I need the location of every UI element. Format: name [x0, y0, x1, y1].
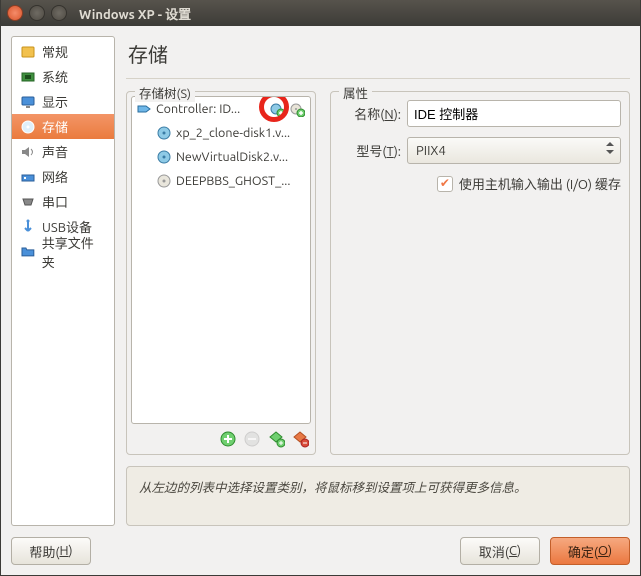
sidebar-item-label: 网络 — [42, 167, 68, 186]
titlebar: Windows XP - 设置 — [1, 0, 640, 26]
chevron-updown-icon — [606, 142, 614, 154]
sidebar-item-system[interactable]: 系统 — [12, 64, 114, 89]
maximize-icon[interactable] — [51, 5, 67, 21]
settings-window: Windows XP - 设置 常规 系统 — [0, 0, 641, 576]
sidebar-item-storage[interactable]: 存储 — [12, 114, 114, 139]
window-title: Windows XP - 设置 — [79, 4, 191, 23]
sidebar-item-audio[interactable]: 声音 — [12, 139, 114, 164]
audio-icon — [20, 144, 36, 160]
sidebar-item-label: 共享文件夹 — [42, 233, 106, 271]
attributes-group: 属性 名称(N): 型号(T): PIIX4 — [330, 91, 630, 455]
sidebar-item-label: 显示 — [42, 92, 68, 111]
system-icon — [20, 69, 36, 85]
storage-item-label: DEEPBBS_GHOST_... — [176, 174, 290, 188]
type-label: 型号(T): — [339, 141, 401, 160]
remove-controller-icon — [243, 430, 261, 448]
dialog-buttons: 帮助(H) 取消(C) 确定(O) — [11, 537, 630, 565]
display-icon — [20, 94, 36, 110]
page-title: 存储 — [126, 36, 630, 79]
disk-icon — [156, 125, 172, 141]
storage-tree[interactable]: Controller: ID... — [131, 96, 311, 424]
serial-icon — [20, 194, 36, 210]
network-icon — [20, 169, 36, 185]
storage-tree-group: 存储树(S) Controller: ID... — [126, 91, 316, 455]
storage-item[interactable]: NewVirtualDisk2.v... — [132, 145, 310, 169]
sidebar: 常规 系统 显示 存储 — [11, 36, 115, 526]
cd-icon — [156, 173, 172, 189]
controller-type-value: PIIX4 — [416, 144, 446, 158]
tree-toolbar — [131, 424, 311, 450]
cancel-button[interactable]: 取消(C) — [460, 537, 540, 565]
folder-icon — [20, 244, 36, 260]
help-button[interactable]: 帮助(H) — [11, 537, 91, 565]
io-cache-checkbox[interactable] — [437, 176, 453, 192]
general-icon — [20, 44, 36, 60]
controller-type-select[interactable]: PIIX4 — [407, 137, 621, 164]
sidebar-item-label: 串口 — [42, 192, 68, 211]
add-disk-icon[interactable] — [268, 100, 286, 118]
add-attachment-icon[interactable] — [267, 430, 285, 448]
page-storage: 存储 存储树(S) Controller: ID... — [126, 36, 630, 526]
controller-name-input[interactable] — [407, 100, 621, 127]
hint-box: 从左边的列表中选择设置类别，将鼠标移到设置项上可获得更多信息。 — [126, 466, 630, 526]
storage-tree-legend: 存储树(S) — [135, 83, 195, 102]
controller-label: Controller: ID... — [156, 102, 240, 116]
storage-item-label: xp_2_clone-disk1.v... — [176, 126, 290, 140]
disk-icon — [156, 149, 172, 165]
ok-button[interactable]: 确定(O) — [550, 537, 630, 565]
sidebar-item-label: 常规 — [42, 42, 68, 61]
sidebar-item-serial[interactable]: 串口 — [12, 189, 114, 214]
attributes-legend: 属性 — [339, 83, 372, 102]
minimize-icon[interactable] — [29, 5, 45, 21]
storage-icon — [20, 119, 36, 135]
ide-controller-icon — [136, 101, 152, 117]
io-cache-label: 使用主机输入输出 (I/O) 缓存 — [459, 174, 621, 193]
usb-icon — [20, 219, 36, 235]
close-icon[interactable] — [7, 5, 23, 21]
name-label: 名称(N): — [339, 104, 401, 123]
storage-item[interactable]: xp_2_clone-disk1.v... — [132, 121, 310, 145]
content-area: 常规 系统 显示 存储 — [1, 26, 640, 575]
sidebar-item-shared-folders[interactable]: 共享文件夹 — [12, 239, 114, 264]
sidebar-item-label: 存储 — [42, 117, 68, 136]
storage-item[interactable]: DEEPBBS_GHOST_... — [132, 169, 310, 193]
sidebar-item-label: 系统 — [42, 67, 68, 86]
sidebar-item-general[interactable]: 常规 — [12, 39, 114, 64]
add-controller-icon[interactable] — [219, 430, 237, 448]
remove-attachment-icon[interactable] — [291, 430, 309, 448]
sidebar-item-display[interactable]: 显示 — [12, 89, 114, 114]
add-cd-icon[interactable] — [288, 100, 306, 118]
storage-item-label: NewVirtualDisk2.v... — [176, 150, 288, 164]
sidebar-item-network[interactable]: 网络 — [12, 164, 114, 189]
sidebar-item-label: 声音 — [42, 142, 68, 161]
